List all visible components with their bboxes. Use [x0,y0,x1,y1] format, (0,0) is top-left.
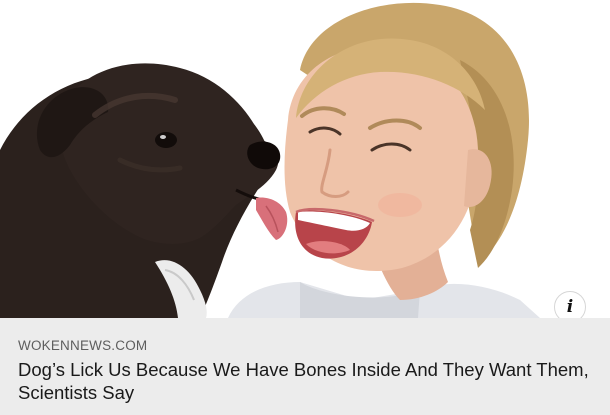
info-icon: i [566,296,574,317]
ad-headline-link[interactable]: Dog’s Lick Us Because We Have Bones Insi… [18,358,592,404]
source-domain: WOKENNEWS.COM [18,338,148,353]
ad-image[interactable]: i [0,0,610,318]
dog-and-woman-photo [0,0,610,318]
ad-caption[interactable]: WOKENNEWS.COM Dog’s Lick Us Because We H… [0,318,610,415]
sponsored-ad-card[interactable]: i WOKENNEWS.COM Dog’s Lick Us Because We… [0,0,610,415]
ad-info-button[interactable]: i [554,291,586,318]
